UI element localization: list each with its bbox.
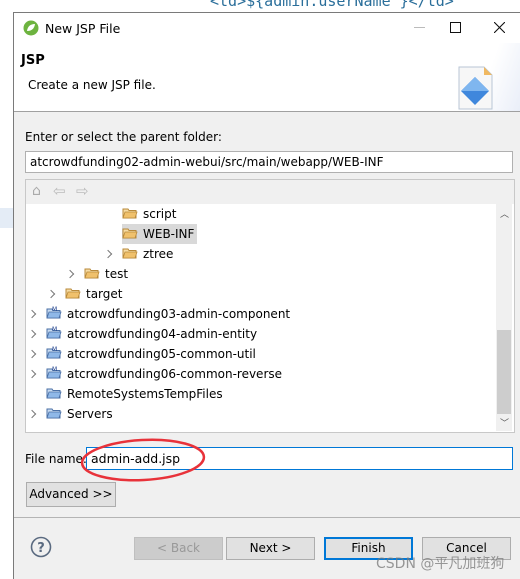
tree-item[interactable]: target bbox=[46, 284, 123, 304]
new-jsp-file-dialog: New JSP File JSP Create a new JSP file. … bbox=[13, 12, 520, 579]
jsp-file-wizard-icon bbox=[458, 66, 493, 110]
scroll-up-icon[interactable]: ︿ bbox=[500, 207, 509, 220]
folder-icon bbox=[122, 245, 138, 259]
expand-chevron-icon[interactable] bbox=[27, 369, 37, 379]
help-icon[interactable]: ? bbox=[30, 536, 52, 558]
svg-text:M: M bbox=[52, 366, 57, 373]
tree-scrollbar[interactable]: ︿ ﹀ bbox=[496, 204, 512, 431]
tree-item-label: atcrowdfunding04-admin-entity bbox=[67, 327, 258, 341]
advanced-button[interactable]: Advanced >> bbox=[26, 482, 116, 507]
red-annotation-ellipse bbox=[80, 438, 206, 482]
svg-text:?: ? bbox=[37, 541, 45, 556]
home-icon[interactable]: ⌂ bbox=[32, 183, 41, 199]
wizard-header: JSP Create a new JSP file. bbox=[14, 43, 520, 112]
tree-item-label: script bbox=[143, 207, 177, 221]
tree-item-label: atcrowdfunding06-common-reverse bbox=[67, 367, 283, 381]
spring-leaf-icon bbox=[23, 20, 39, 36]
tree-item-label: target bbox=[86, 287, 123, 301]
background-code-text: <td>${admin.userName }</td> bbox=[210, 0, 454, 10]
close-button[interactable] bbox=[494, 22, 505, 33]
maven-project-icon: M bbox=[46, 345, 62, 359]
tree-item-label: RemoteSystemsTempFiles bbox=[67, 387, 223, 401]
tree-item[interactable]: script bbox=[122, 204, 176, 224]
tree-item-label: atcrowdfunding05-common-util bbox=[67, 347, 256, 361]
tree-item-label: atcrowdfunding03-admin-component bbox=[67, 307, 291, 321]
tree-item[interactable]: Matcrowdfunding03-admin-component bbox=[27, 304, 291, 324]
tree-item[interactable]: ztree bbox=[103, 244, 174, 264]
tree-item-label: ztree bbox=[143, 247, 174, 261]
maven-project-icon: M bbox=[46, 325, 62, 339]
tree-item[interactable]: test bbox=[65, 264, 129, 284]
tree-toolbar: ⌂ ⇦ ⇨ bbox=[26, 180, 514, 204]
project-folder-icon bbox=[46, 385, 62, 399]
expand-chevron-icon[interactable] bbox=[103, 249, 113, 259]
parent-folder-input[interactable] bbox=[25, 151, 513, 173]
tree-item-label: test bbox=[105, 267, 129, 281]
expand-chevron-icon[interactable] bbox=[27, 329, 37, 339]
page-description: Create a new JSP file. bbox=[28, 78, 156, 92]
expand-chevron-icon[interactable] bbox=[27, 349, 37, 359]
expand-chevron-icon[interactable] bbox=[27, 309, 37, 319]
folder-tree: ⌂ ⇦ ⇨ script WEB-INF ztree test target Matcro… bbox=[25, 179, 515, 433]
background-editor-highlight bbox=[0, 208, 13, 228]
folder-icon bbox=[65, 285, 81, 299]
tree-item[interactable]: RemoteSystemsTempFiles bbox=[46, 384, 223, 404]
footer-divider bbox=[14, 517, 520, 518]
tree-item[interactable]: Servers bbox=[27, 404, 113, 424]
svg-text:M: M bbox=[52, 306, 57, 313]
scroll-down-icon[interactable]: ﹀ bbox=[500, 416, 509, 429]
forward-arrow-icon[interactable]: ⇨ bbox=[76, 182, 89, 200]
maximize-button[interactable] bbox=[450, 22, 461, 33]
title-bar[interactable]: New JSP File bbox=[14, 13, 520, 43]
expand-chevron-icon[interactable] bbox=[27, 409, 37, 419]
project-folder-icon bbox=[46, 405, 62, 419]
window-title: New JSP File bbox=[45, 21, 121, 36]
expand-chevron-icon[interactable] bbox=[46, 289, 56, 299]
folder-icon bbox=[122, 205, 138, 219]
parent-folder-label: Enter or select the parent folder: bbox=[25, 130, 222, 144]
watermark: CSDN @平凡加班狗 bbox=[376, 556, 505, 572]
tree-item[interactable]: Matcrowdfunding04-admin-entity bbox=[27, 324, 258, 344]
folder-icon bbox=[84, 265, 100, 279]
maven-project-icon: M bbox=[46, 305, 62, 319]
folder-icon bbox=[122, 225, 138, 239]
next-button[interactable]: Next > bbox=[226, 537, 315, 560]
maven-project-icon: M bbox=[46, 365, 62, 379]
page-title: JSP bbox=[21, 53, 45, 68]
tree-item[interactable]: Matcrowdfunding05-common-util bbox=[27, 344, 256, 364]
tree-item-label: WEB-INF bbox=[143, 227, 195, 241]
tree-item[interactable]: Matcrowdfunding06-common-reverse bbox=[27, 364, 283, 384]
svg-text:M: M bbox=[52, 326, 57, 333]
tree-item[interactable]: WEB-INF bbox=[122, 224, 198, 244]
back-button[interactable]: < Back bbox=[134, 537, 223, 560]
scrollbar-thumb[interactable] bbox=[497, 330, 511, 414]
minimize-button[interactable] bbox=[414, 27, 425, 28]
back-arrow-icon[interactable]: ⇦ bbox=[53, 182, 66, 200]
svg-text:M: M bbox=[52, 346, 57, 353]
expand-chevron-icon[interactable] bbox=[65, 269, 75, 279]
tree-item-label: Servers bbox=[67, 407, 113, 421]
